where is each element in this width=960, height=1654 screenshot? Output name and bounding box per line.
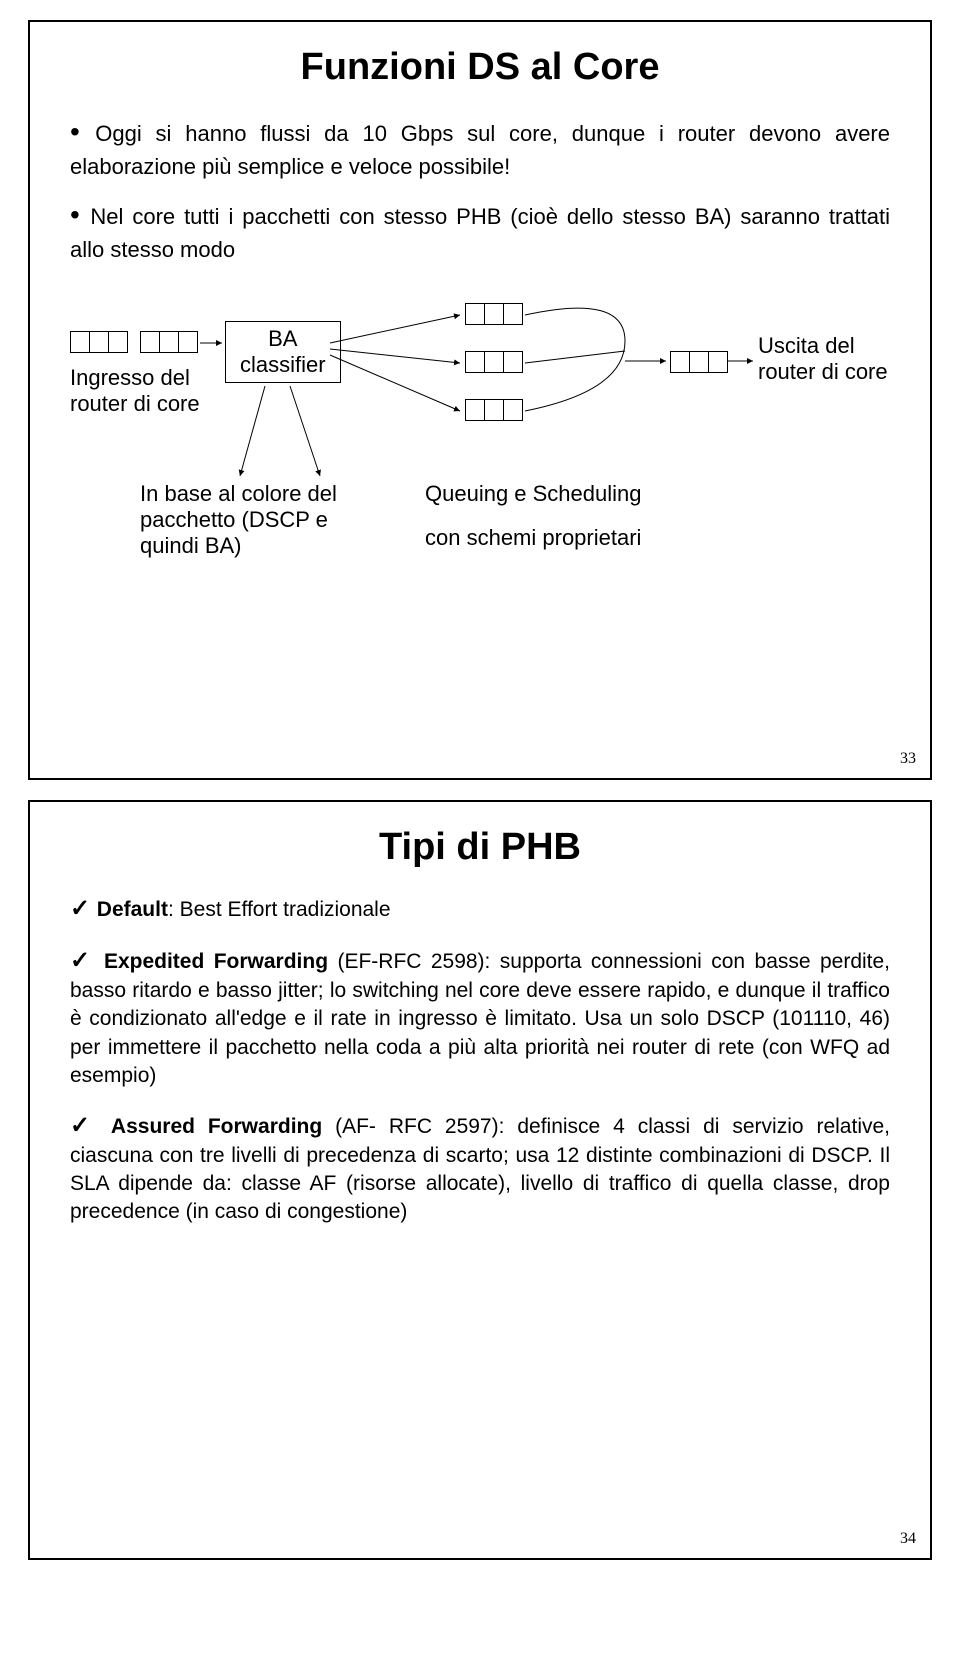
slide-2: Tipi di PHB Default: Best Effort tradizi… xyxy=(28,800,932,1560)
slide-title: Funzioni DS al Core xyxy=(30,46,930,89)
item-text: : Best Effort tradizionale xyxy=(168,898,391,921)
page-number: 33 xyxy=(900,750,916,768)
lead-term: Default xyxy=(97,898,168,921)
check-item: Default: Best Effort tradizionale xyxy=(70,893,890,925)
architecture-diagram: Ingresso del router di core BA classifie… xyxy=(70,301,890,621)
slide-title: Tipi di PHB xyxy=(30,826,930,869)
page-number: 34 xyxy=(900,1530,916,1548)
lead-term: Expedited Forwarding xyxy=(104,950,328,973)
bullet-item: Oggi si hanno flussi da 10 Gbps sul core… xyxy=(70,113,890,182)
check-item: Assured Forwarding (AF- RFC 2597): defin… xyxy=(70,1110,890,1227)
check-item: Expedited Forwarding (EF-RFC 2598): supp… xyxy=(70,945,890,1090)
connector-lines xyxy=(70,301,890,621)
lead-term: Assured Forwarding xyxy=(111,1115,322,1138)
bullet-item: Nel core tutti i pacchetti con stesso PH… xyxy=(70,196,890,265)
slide-1: Funzioni DS al Core Oggi si hanno flussi… xyxy=(28,20,932,780)
check-list: Default: Best Effort tradizionale Expedi… xyxy=(70,893,890,1226)
bullet-list: Oggi si hanno flussi da 10 Gbps sul core… xyxy=(70,113,890,265)
